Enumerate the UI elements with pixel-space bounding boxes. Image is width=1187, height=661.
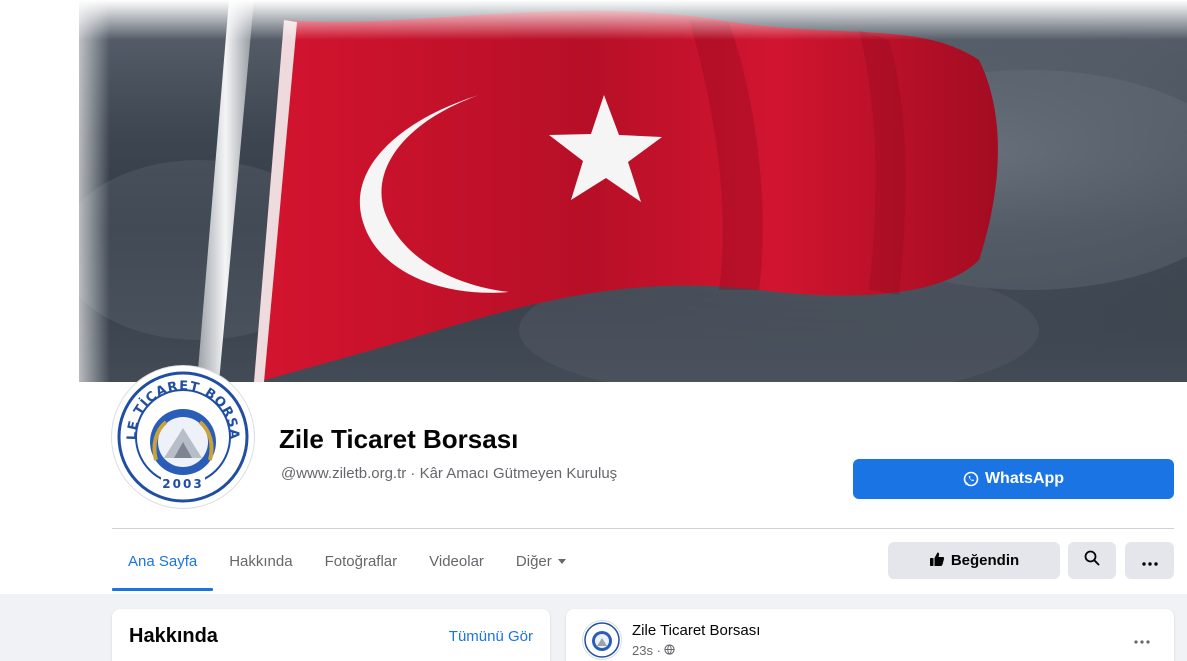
caret-down-icon [557, 558, 566, 564]
tab-home[interactable]: Ana Sayfa [112, 532, 214, 591]
liked-button[interactable]: Beğendin [888, 542, 1060, 579]
tab-about[interactable]: Hakkında [213, 532, 308, 590]
page-tabs: Ana Sayfa Hakkında Fotoğraflar Videolar … [112, 532, 582, 592]
turkish-flag-image [79, 0, 1187, 382]
tab-label: Diğer [515, 552, 552, 570]
cover-photo[interactable] [79, 0, 1187, 382]
ellipsis-icon [1134, 631, 1150, 648]
tab-videos[interactable]: Videolar [413, 532, 500, 590]
tab-photos[interactable]: Fotoğraflar [309, 532, 414, 590]
facebook-page: ZİLE TİCARET BORSASI 2003 Zile Ticaret B… [0, 0, 1187, 661]
liked-button-label: Beğendin [950, 552, 1020, 569]
whatsapp-button-label: WhatsApp [984, 470, 1065, 487]
tab-more[interactable]: Diğer [500, 532, 582, 590]
post-time[interactable]: 23s · [632, 643, 661, 658]
profile-picture[interactable]: ZİLE TİCARET BORSASI 2003 [112, 366, 254, 508]
post-author-avatar[interactable] [582, 620, 622, 660]
tab-label: Ana Sayfa [128, 552, 198, 570]
search-icon [1084, 550, 1100, 571]
page-subtitle: @www.ziletb.org.tr · Kâr Amacı Gütmeyen … [281, 465, 618, 482]
post-author-name[interactable]: Zile Ticaret Borsası [632, 622, 760, 639]
header-divider [112, 528, 1174, 529]
post-card: Zile Ticaret Borsası 23s · [566, 609, 1174, 661]
tab-label: Hakkında [229, 552, 293, 570]
about-card: Hakkında Tümünü Gör [112, 609, 550, 661]
ellipsis-icon [1141, 550, 1158, 571]
tab-label: Fotoğraflar [324, 552, 398, 570]
zile-ticaret-borsasi-logo: ZİLE TİCARET BORSASI 2003 [116, 370, 249, 503]
whatsapp-button[interactable]: WhatsApp [853, 459, 1174, 499]
about-card-title: Hakkında [129, 625, 218, 647]
cover-top-fade [0, 0, 1187, 40]
tab-label: Videolar [429, 552, 484, 570]
post-meta: 23s · [632, 643, 675, 658]
cover-left-fade [0, 0, 110, 382]
globe-icon [664, 643, 675, 658]
post-options-button[interactable] [1134, 631, 1150, 649]
see-all-link[interactable]: Tümünü Gör [449, 628, 533, 645]
more-options-button[interactable] [1125, 542, 1174, 579]
page-title: Zile Ticaret Borsası [279, 424, 519, 454]
thumbs-up-icon [929, 551, 945, 571]
search-button[interactable] [1068, 542, 1116, 579]
whatsapp-icon [963, 471, 979, 487]
logo-year: 2003 [162, 477, 203, 491]
